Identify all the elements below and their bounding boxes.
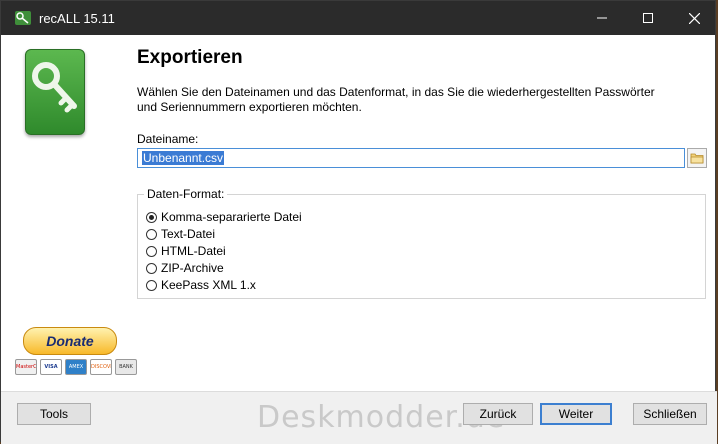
- format-option-zip[interactable]: ZIP-Archive: [146, 260, 224, 276]
- folder-icon: [690, 153, 704, 164]
- maximize-button[interactable]: [625, 1, 671, 35]
- format-option-label: Komma-separarierte Datei: [161, 210, 302, 224]
- discover-icon: DISCOVER: [90, 359, 112, 375]
- radio-keepass[interactable]: [146, 279, 157, 291]
- format-option-keepass[interactable]: KeePass XML 1.x: [146, 277, 256, 293]
- close-button[interactable]: Schließen: [633, 403, 707, 425]
- data-format-legend: Daten-Format:: [144, 187, 228, 201]
- format-option-label: KeePass XML 1.x: [161, 278, 256, 292]
- tools-button[interactable]: Tools: [17, 403, 91, 425]
- next-button[interactable]: Weiter: [540, 403, 612, 425]
- donate-button[interactable]: Donate: [23, 327, 117, 355]
- bank-icon: BANK: [115, 359, 137, 375]
- footer-bar: Tools Deskmodder.de Zurück Weiter Schlie…: [1, 391, 717, 444]
- radio-zip[interactable]: [146, 262, 157, 274]
- format-option-label: HTML-Datei: [161, 244, 226, 258]
- close-window-button[interactable]: [671, 1, 717, 35]
- format-option-text[interactable]: Text-Datei: [146, 226, 215, 242]
- page-title: Exportieren: [137, 47, 243, 68]
- page-description: Wählen Sie den Dateinamen und das Datenf…: [137, 85, 655, 114]
- app-key-icon: [15, 11, 31, 25]
- filename-label: Dateiname:: [137, 132, 199, 146]
- visa-icon: VISA: [40, 359, 62, 375]
- format-option-label: ZIP-Archive: [161, 261, 224, 275]
- back-button[interactable]: Zurück: [463, 403, 533, 425]
- close-icon: [688, 12, 700, 24]
- payment-cards: MasterCard VISA AMEX DISCOVER BANK: [15, 359, 137, 375]
- filename-input[interactable]: Unbenannt.csv: [137, 148, 685, 168]
- browse-folder-button[interactable]: [687, 148, 707, 168]
- mastercard-icon: MasterCard: [15, 359, 37, 375]
- filename-value: Unbenannt.csv: [142, 151, 225, 165]
- maximize-icon: [643, 13, 653, 23]
- key-icon: [25, 49, 85, 135]
- window-title: recALL 15.11: [39, 11, 115, 26]
- amex-icon: AMEX: [65, 359, 87, 375]
- left-panel: Donate MasterCard VISA AMEX DISCOVER BAN…: [1, 35, 137, 391]
- format-option-csv[interactable]: Komma-separarierte Datei: [146, 209, 302, 225]
- export-dialog-window: recALL 15.11 Donate MasterCard VISA: [0, 0, 717, 444]
- minimize-button[interactable]: [579, 1, 625, 35]
- title-bar[interactable]: recALL 15.11: [1, 1, 715, 35]
- data-format-group: Daten-Format: Komma-separarierte Datei T…: [137, 187, 706, 299]
- radio-csv[interactable]: [146, 211, 157, 223]
- format-option-label: Text-Datei: [161, 227, 216, 241]
- radio-html[interactable]: [146, 245, 157, 257]
- radio-text[interactable]: [146, 228, 157, 240]
- minimize-icon: [597, 17, 607, 19]
- format-option-html[interactable]: HTML-Datei: [146, 243, 226, 259]
